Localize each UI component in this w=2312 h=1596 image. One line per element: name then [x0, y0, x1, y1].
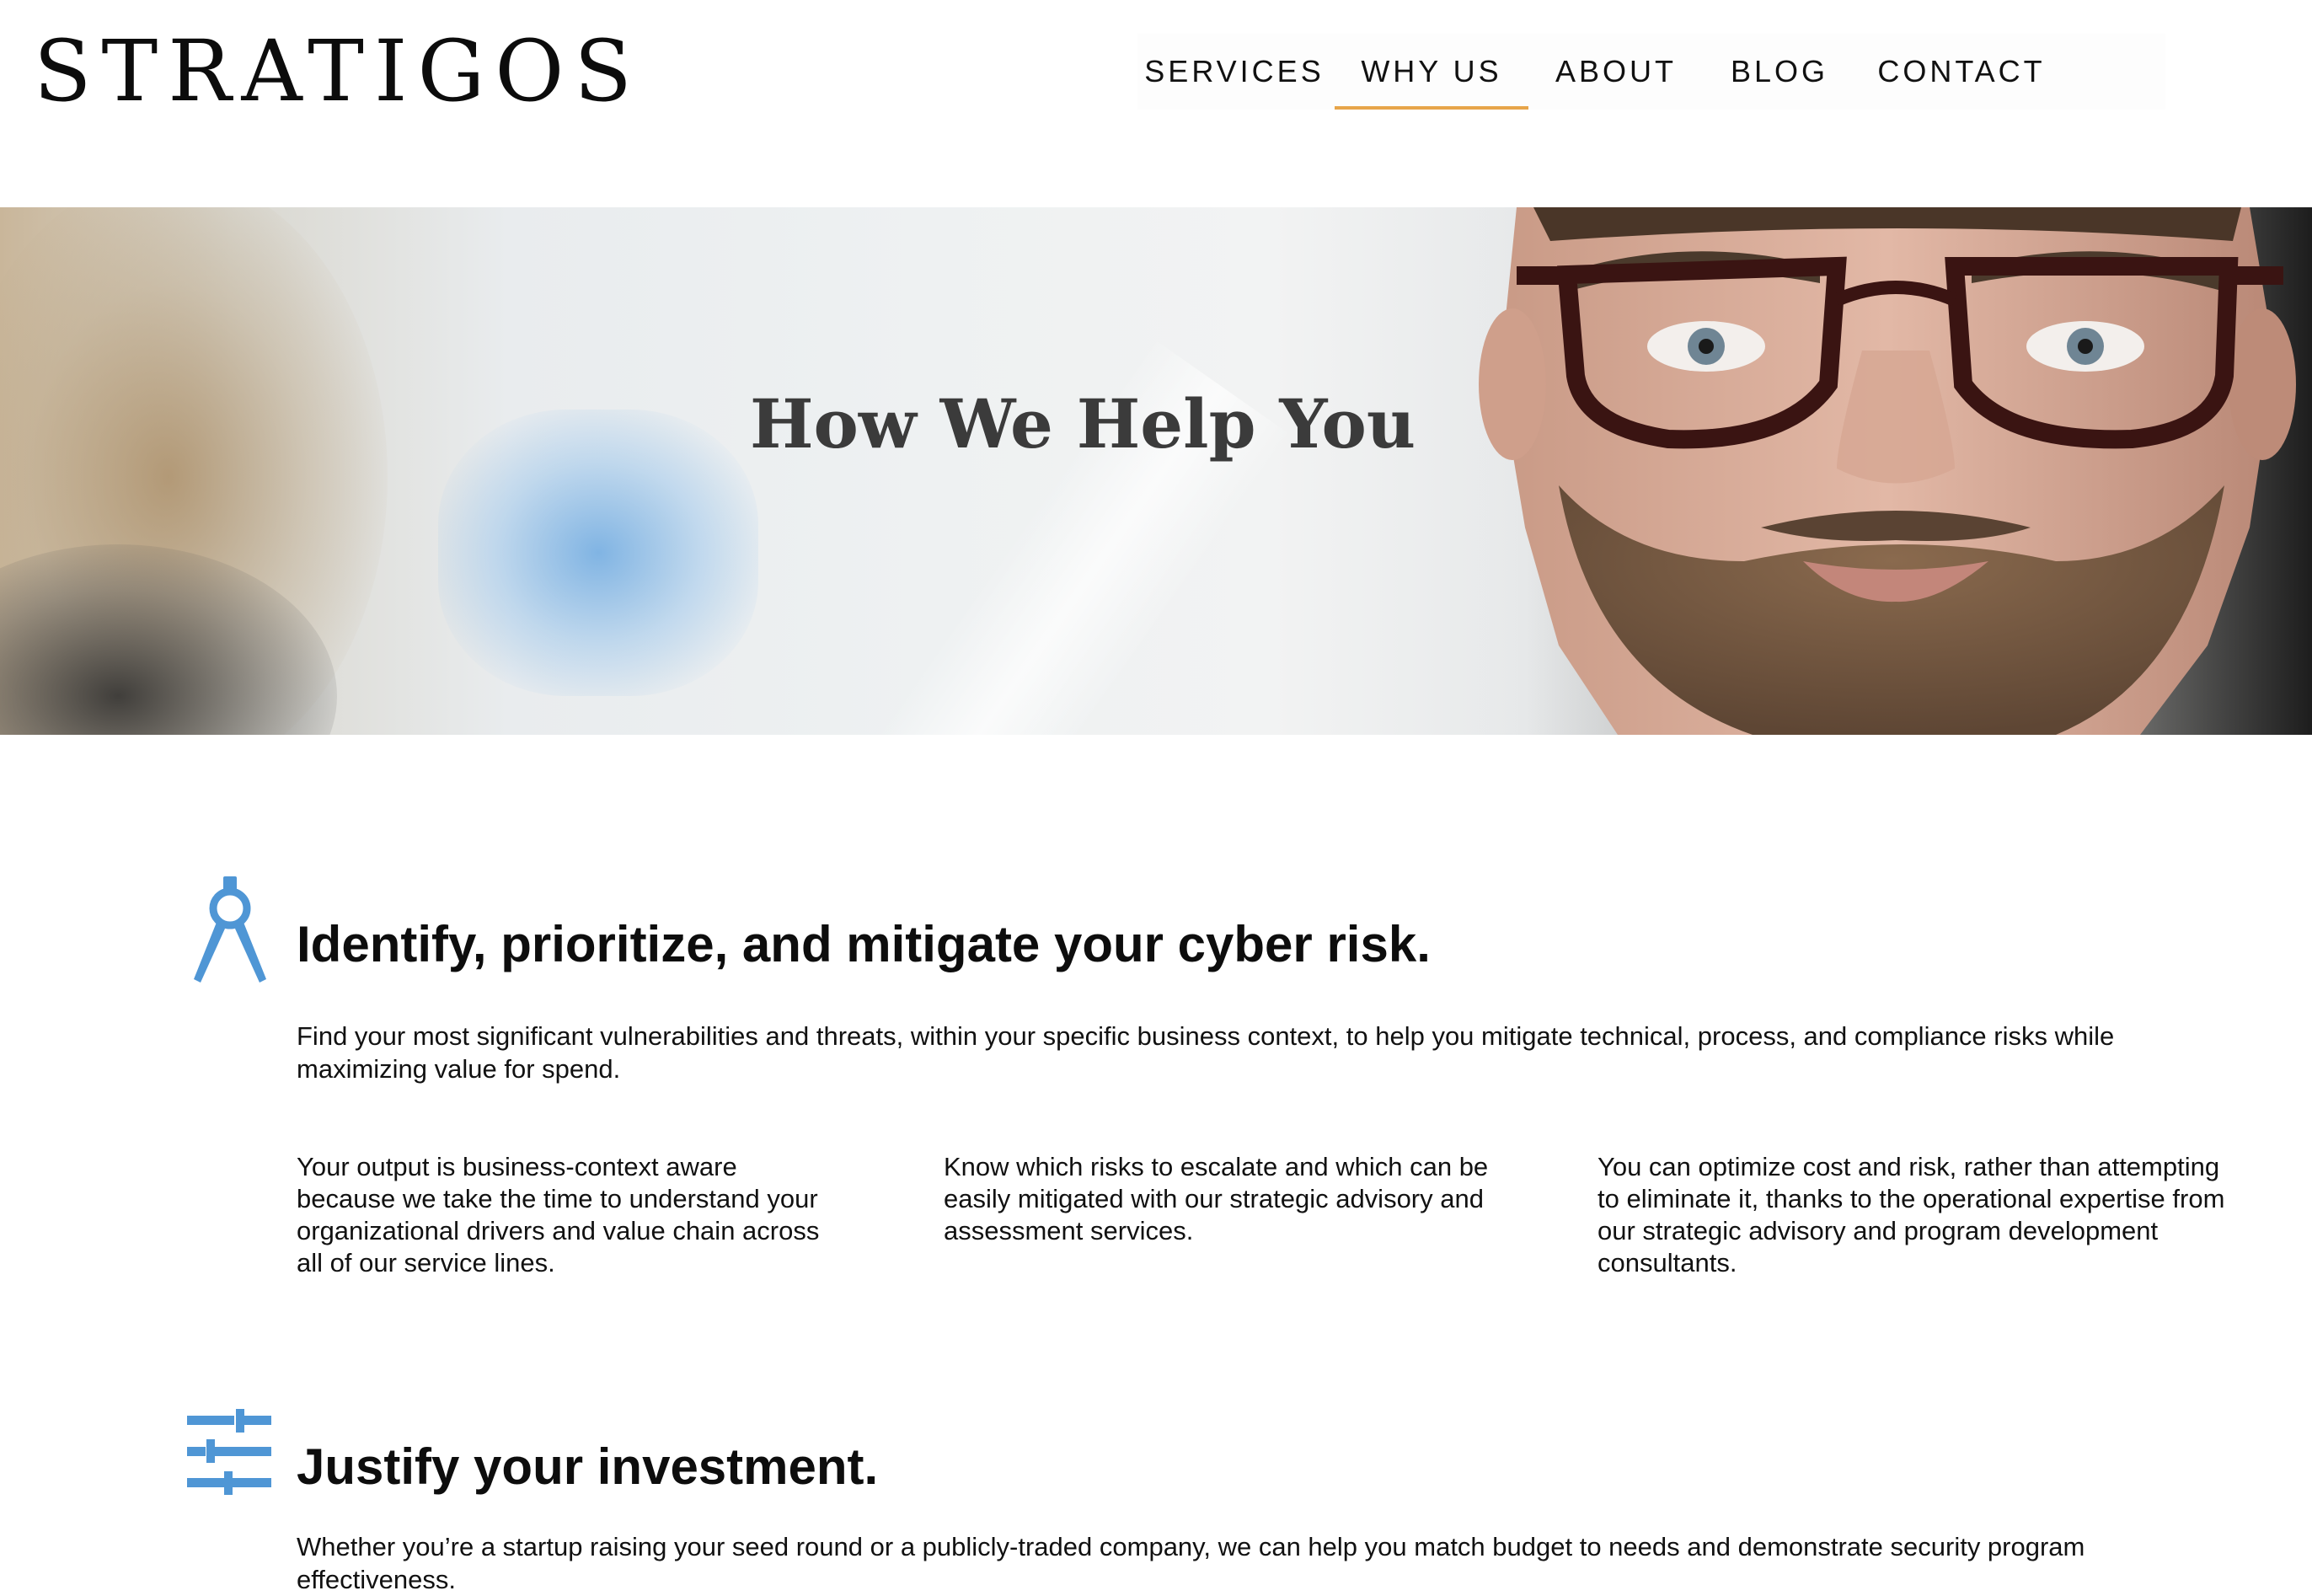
- stratigos-logo[interactable]: STRATIGOS: [34, 25, 642, 118]
- section-heading: Identify, prioritize, and mitigate your …: [297, 916, 1431, 972]
- sliders-icon: [187, 1409, 271, 1495]
- nav-item-contact[interactable]: CONTACT: [1860, 34, 2063, 110]
- benefit-column-1: Your output is business-context aware be…: [297, 1152, 820, 1277]
- nav-item-why-us[interactable]: WHY US: [1335, 34, 1528, 110]
- section-lead-text: Find your most significant vulnerabiliti…: [297, 1021, 2115, 1084]
- nav-item-about[interactable]: ABOUT: [1533, 34, 1699, 110]
- hero-banner: How We Help You: [0, 207, 2312, 735]
- hero-portrait-image: [1466, 207, 2312, 735]
- benefit-column-3: You can optimize cost and risk, rather t…: [1598, 1152, 2225, 1277]
- main-nav: SERVICES WHY US ABOUT BLOG CONTACT: [1137, 34, 2165, 110]
- benefit-column-2: Know which risks to escalate and which c…: [944, 1152, 1489, 1245]
- nav-item-blog[interactable]: BLOG: [1704, 34, 1855, 110]
- compass-icon: [194, 876, 266, 983]
- section-heading: Justify your investment.: [297, 1438, 879, 1495]
- site-header: STRATIGOS SERVICES WHY US ABOUT BLOG CON…: [0, 0, 2312, 207]
- page-title: How We Help You: [749, 384, 1416, 463]
- nav-item-services[interactable]: SERVICES: [1137, 34, 1331, 110]
- section-lead-text: Whether you’re a startup raising your se…: [297, 1532, 2085, 1594]
